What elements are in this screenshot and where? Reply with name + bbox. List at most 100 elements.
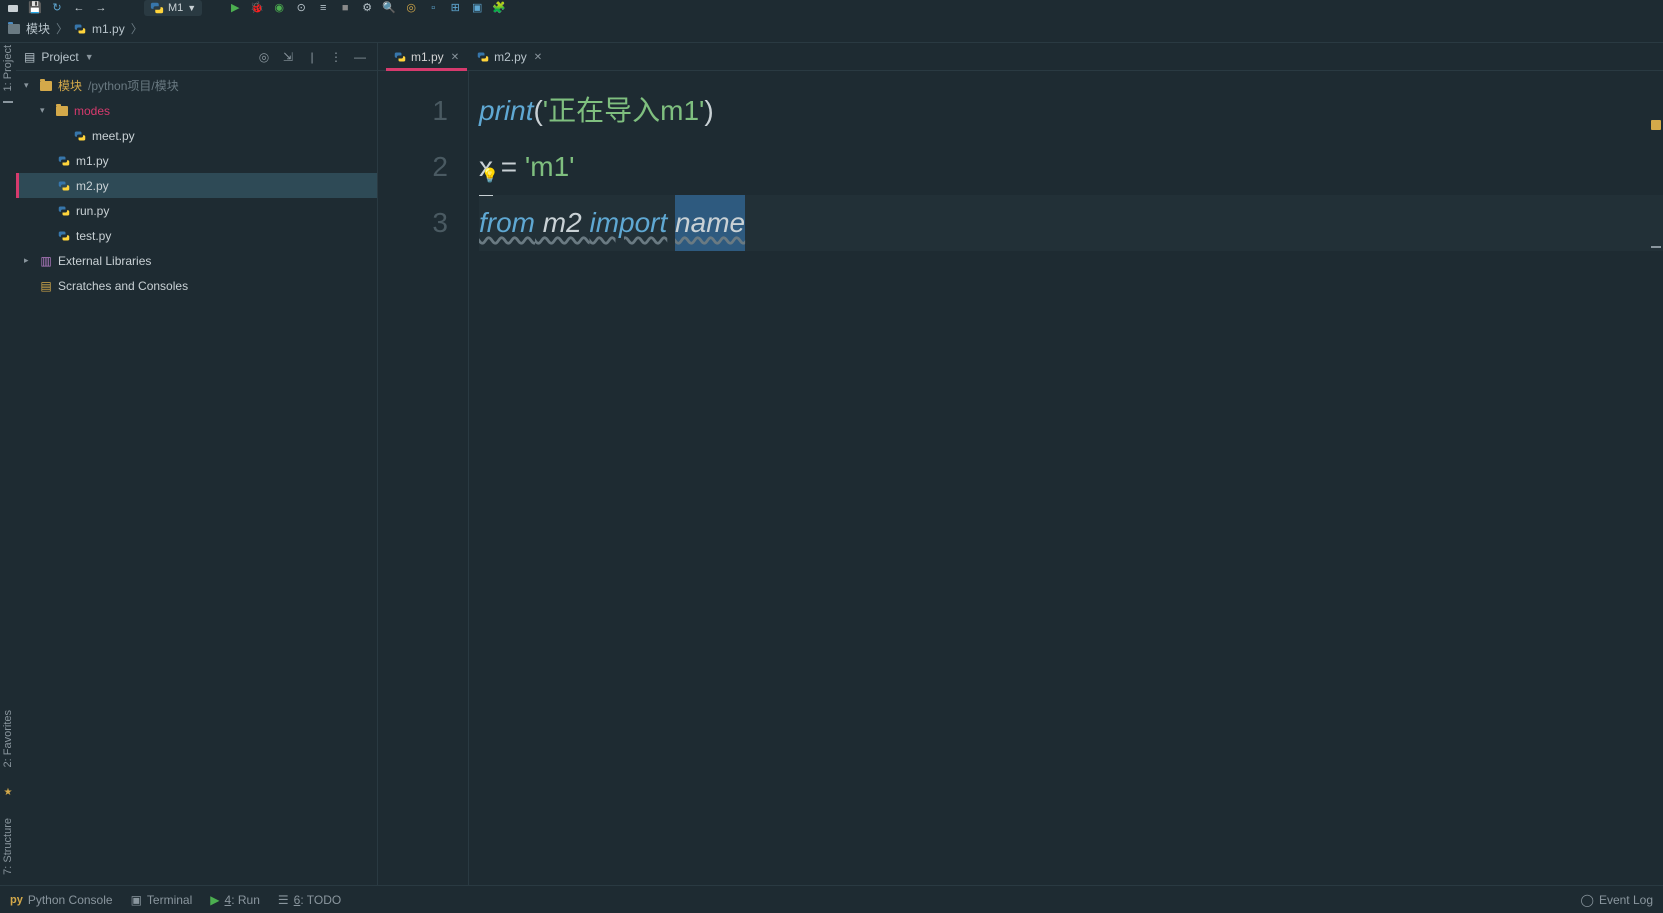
tab-m2[interactable]: m2.py ✕	[469, 44, 550, 70]
tree-file-run[interactable]: run.py	[16, 198, 377, 223]
run-config-label: M1	[168, 2, 183, 14]
locate-icon[interactable]: ◎	[255, 48, 273, 66]
editor-area: m1.py ✕ m2.py ✕ 1 2 3 💡 print('正在导入m1') …	[378, 43, 1663, 885]
options-icon[interactable]: ⋮	[327, 48, 345, 66]
profile-icon[interactable]: ⊙	[294, 1, 308, 15]
python-icon	[150, 1, 164, 15]
tree-root[interactable]: ▾ 模块 /python项目/模块	[16, 73, 377, 98]
left-tool-stripe: 1: Project 2: Favorites ★ 7: Structure	[0, 43, 16, 885]
debug-icon[interactable]: 🐞	[250, 1, 264, 15]
refresh-icon[interactable]: ↻	[50, 1, 64, 15]
sidebar-header: ▤ Project ▼ ◎ ⇲ | ⋮ —	[16, 43, 377, 71]
intention-bulb-icon[interactable]: 💡	[481, 147, 498, 203]
python-icon	[477, 51, 489, 63]
tool-icon-4[interactable]: ▣	[470, 1, 484, 15]
tree-file-meet[interactable]: meet.py	[16, 123, 377, 148]
editor-tabs: m1.py ✕ m2.py ✕	[378, 43, 1663, 71]
info-marker[interactable]	[1651, 246, 1661, 248]
open-icon[interactable]	[6, 1, 20, 15]
breadcrumb-sep: 〉	[56, 20, 68, 37]
expand-icon[interactable]: ▸	[24, 255, 38, 266]
back-icon[interactable]: ←	[72, 1, 86, 15]
tree-label: modes	[74, 104, 110, 118]
plugin-icon[interactable]: 🧩	[492, 1, 506, 15]
tree-label: 模块	[58, 77, 82, 94]
project-view-icon: ▤	[24, 50, 35, 64]
tab-label: m2.py	[494, 50, 527, 64]
stop-icon[interactable]: ■	[338, 1, 352, 15]
sidebar-title[interactable]: Project	[41, 50, 78, 64]
project-tree: ▾ 模块 /python项目/模块 ▾ modes meet.py m1.py …	[16, 71, 377, 298]
breadcrumb: 模块 〉 m1.py 〉	[0, 15, 1663, 43]
python-icon	[56, 155, 72, 167]
tree-external-libraries[interactable]: ▸ ▥ External Libraries	[16, 248, 377, 273]
forward-icon[interactable]: →	[94, 1, 108, 15]
event-log-button[interactable]: ◯Event Log	[1581, 893, 1653, 907]
warning-marker[interactable]	[1651, 120, 1661, 130]
settings-icon[interactable]: ⚙	[360, 1, 374, 15]
python-console-button[interactable]: pyPython Console	[10, 893, 113, 907]
run-config-selector[interactable]: M1 ▼	[144, 0, 202, 16]
breadcrumb-folder[interactable]: 模块	[26, 20, 50, 37]
hide-icon[interactable]: —	[351, 48, 369, 66]
code-content[interactable]: 💡 print('正在导入m1') x = 'm1' from m2 impor…	[469, 71, 1663, 885]
tree-label: run.py	[76, 204, 109, 218]
structure-tool-button[interactable]: 7: Structure	[2, 818, 14, 875]
terminal-button[interactable]: ▣Terminal	[131, 893, 193, 907]
tool-icon-1[interactable]: ◎	[404, 1, 418, 15]
line-gutter: 1 2 3	[378, 71, 468, 885]
line-number[interactable]: 1	[378, 83, 448, 139]
folder-icon	[54, 106, 70, 116]
close-icon[interactable]: ✕	[451, 52, 459, 63]
code-editor[interactable]: 1 2 3 💡 print('正在导入m1') x = 'm1' from m2…	[378, 71, 1663, 885]
marker-stripe	[1649, 114, 1663, 857]
main-toolbar: 💾 ↻ ← → M1 ▼ ▶ 🐞 ◉ ⊙ ≡ ■ ⚙ 🔍 ◎ ▫ ⊞ ▣ 🧩	[0, 0, 1663, 15]
tree-label: m2.py	[76, 179, 109, 193]
code-line-3[interactable]: from m2 import name	[479, 195, 1663, 251]
todo-button[interactable]: ☰6: TODO	[278, 893, 341, 907]
bottom-toolbar: pyPython Console ▣Terminal ▶4: Run ☰6: T…	[0, 885, 1663, 913]
tool-icon-2[interactable]: ▫	[426, 1, 440, 15]
python-icon	[72, 130, 88, 142]
tree-file-m1[interactable]: m1.py	[16, 148, 377, 173]
run-tool-button[interactable]: ▶4: Run	[210, 893, 260, 907]
tree-file-test[interactable]: test.py	[16, 223, 377, 248]
expand-icon[interactable]: ▾	[24, 80, 38, 91]
close-icon[interactable]: ✕	[534, 52, 542, 63]
tree-folder-modes[interactable]: ▾ modes	[16, 98, 377, 123]
tree-label: m1.py	[76, 154, 109, 168]
coverage-icon[interactable]: ◉	[272, 1, 286, 15]
separator: |	[303, 48, 321, 66]
run-icon[interactable]: ▶	[228, 1, 242, 15]
search-icon[interactable]: 🔍	[382, 1, 396, 15]
chevron-down-icon[interactable]: ▼	[85, 52, 94, 62]
tree-path: /python项目/模块	[88, 77, 179, 94]
concurrency-icon[interactable]: ≡	[316, 1, 330, 15]
chevron-down-icon: ▼	[187, 3, 196, 13]
collapse-icon[interactable]: ⇲	[279, 48, 297, 66]
breadcrumb-file[interactable]: m1.py	[92, 22, 125, 36]
line-number[interactable]: 3	[378, 195, 448, 251]
folder-icon	[38, 81, 54, 91]
python-icon	[56, 230, 72, 242]
tree-scratches[interactable]: ▤ Scratches and Consoles	[16, 273, 377, 298]
tool-icon-3[interactable]: ⊞	[448, 1, 462, 15]
breadcrumb-sep: 〉	[131, 20, 143, 37]
star-icon: ★	[4, 787, 13, 798]
code-line-2[interactable]: x = 'm1'	[479, 139, 1663, 195]
tree-label: External Libraries	[58, 254, 151, 268]
python-icon	[56, 180, 72, 192]
favorites-tool-button[interactable]: 2: Favorites	[2, 710, 14, 767]
project-tool-button[interactable]: 1: Project	[2, 45, 14, 91]
tree-file-m2[interactable]: m2.py	[16, 173, 377, 198]
save-icon[interactable]: 💾	[28, 1, 42, 15]
code-line-1[interactable]: print('正在导入m1')	[479, 83, 1663, 139]
tab-label: m1.py	[411, 50, 444, 64]
folder-icon	[8, 24, 20, 34]
expand-icon[interactable]: ▾	[40, 105, 54, 116]
python-icon	[56, 205, 72, 217]
library-icon: ▥	[38, 254, 54, 268]
tab-m1[interactable]: m1.py ✕	[386, 44, 467, 70]
scratches-icon: ▤	[38, 279, 54, 293]
line-number[interactable]: 2	[378, 139, 448, 195]
